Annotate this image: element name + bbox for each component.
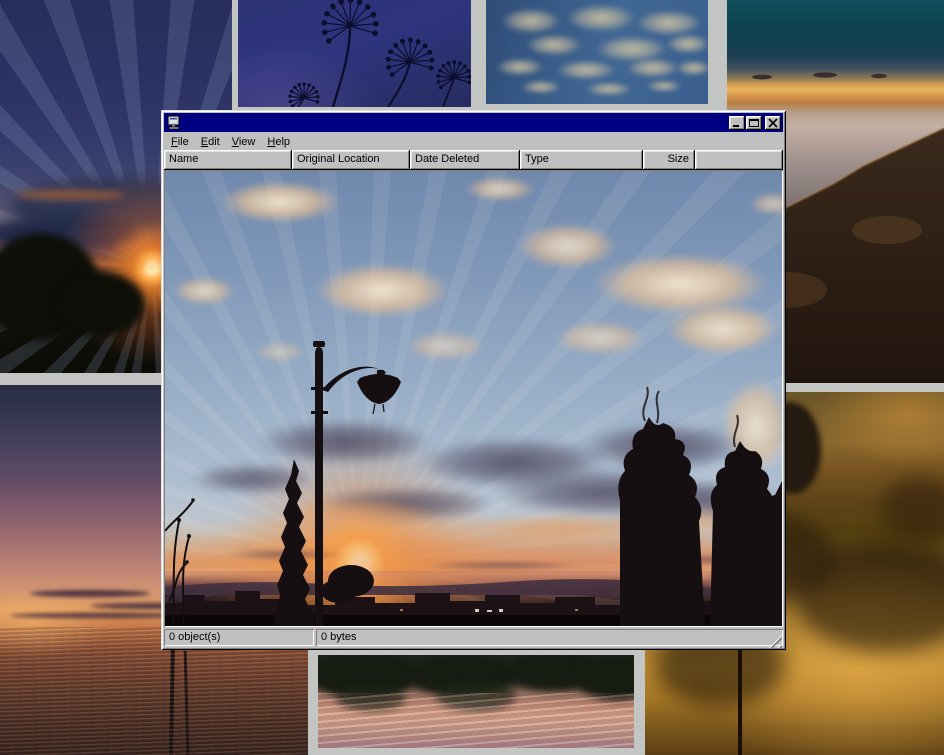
cloud	[666, 34, 708, 54]
column-header-name[interactable]: Name	[164, 150, 292, 170]
status-bar: 0 object(s) 0 bytes	[164, 627, 783, 649]
close-icon	[767, 118, 779, 128]
cloud	[556, 60, 616, 80]
cloud	[501, 8, 561, 34]
cloud	[496, 58, 544, 76]
maximize-icon	[748, 118, 760, 128]
status-object-count: 0 object(s)	[164, 629, 314, 646]
menu-bar: FileEditViewHelp	[164, 132, 783, 150]
title-bar[interactable]	[164, 113, 783, 132]
sunset-streetlamp-photo	[165, 171, 782, 626]
cloud	[586, 82, 632, 96]
menu-item-help[interactable]: Help	[261, 135, 296, 149]
column-header-size[interactable]: Size	[643, 150, 695, 170]
column-header-date-deleted[interactable]: Date Deleted	[410, 150, 520, 170]
menu-item-file[interactable]: File	[165, 135, 195, 149]
silhouettes-layer	[165, 171, 782, 626]
column-header-filler[interactable]	[695, 150, 783, 170]
status-total-size: 0 bytes	[316, 629, 783, 646]
cloud	[521, 80, 561, 94]
cloud	[566, 4, 636, 32]
cloud	[636, 10, 702, 36]
umbel-plant-silhouettes	[238, 0, 471, 107]
minimize-button[interactable]	[729, 116, 745, 130]
menu-item-view[interactable]: View	[226, 135, 262, 149]
wallpaper-photo-seed-heads	[238, 0, 471, 107]
file-list-viewport[interactable]	[164, 170, 783, 627]
wallpaper-photo-altocumulus-sky	[486, 0, 708, 104]
menu-item-edit[interactable]: Edit	[195, 135, 226, 149]
recycle-bin-window: FileEditViewHelp NameOriginal LocationDa…	[161, 110, 786, 650]
maximize-button[interactable]	[746, 116, 762, 130]
desktop: { "window": { "title": "", "menu": [ {"l…	[0, 0, 944, 755]
close-button[interactable]	[765, 116, 781, 130]
water-pole	[184, 651, 190, 755]
wallpaper-photo-water-reflection	[318, 655, 634, 748]
column-header-type[interactable]: Type	[520, 150, 643, 170]
cloud	[626, 58, 680, 78]
application-icon	[166, 115, 182, 130]
pole-silhouette	[738, 648, 742, 755]
cloud	[526, 34, 582, 56]
cloud	[646, 80, 682, 92]
column-header-original-location[interactable]: Original Location	[292, 150, 410, 170]
minimize-icon	[731, 118, 743, 128]
water-pole	[169, 638, 175, 755]
column-header-row: NameOriginal LocationDate DeletedTypeSiz…	[164, 150, 783, 170]
cloud	[676, 60, 708, 76]
